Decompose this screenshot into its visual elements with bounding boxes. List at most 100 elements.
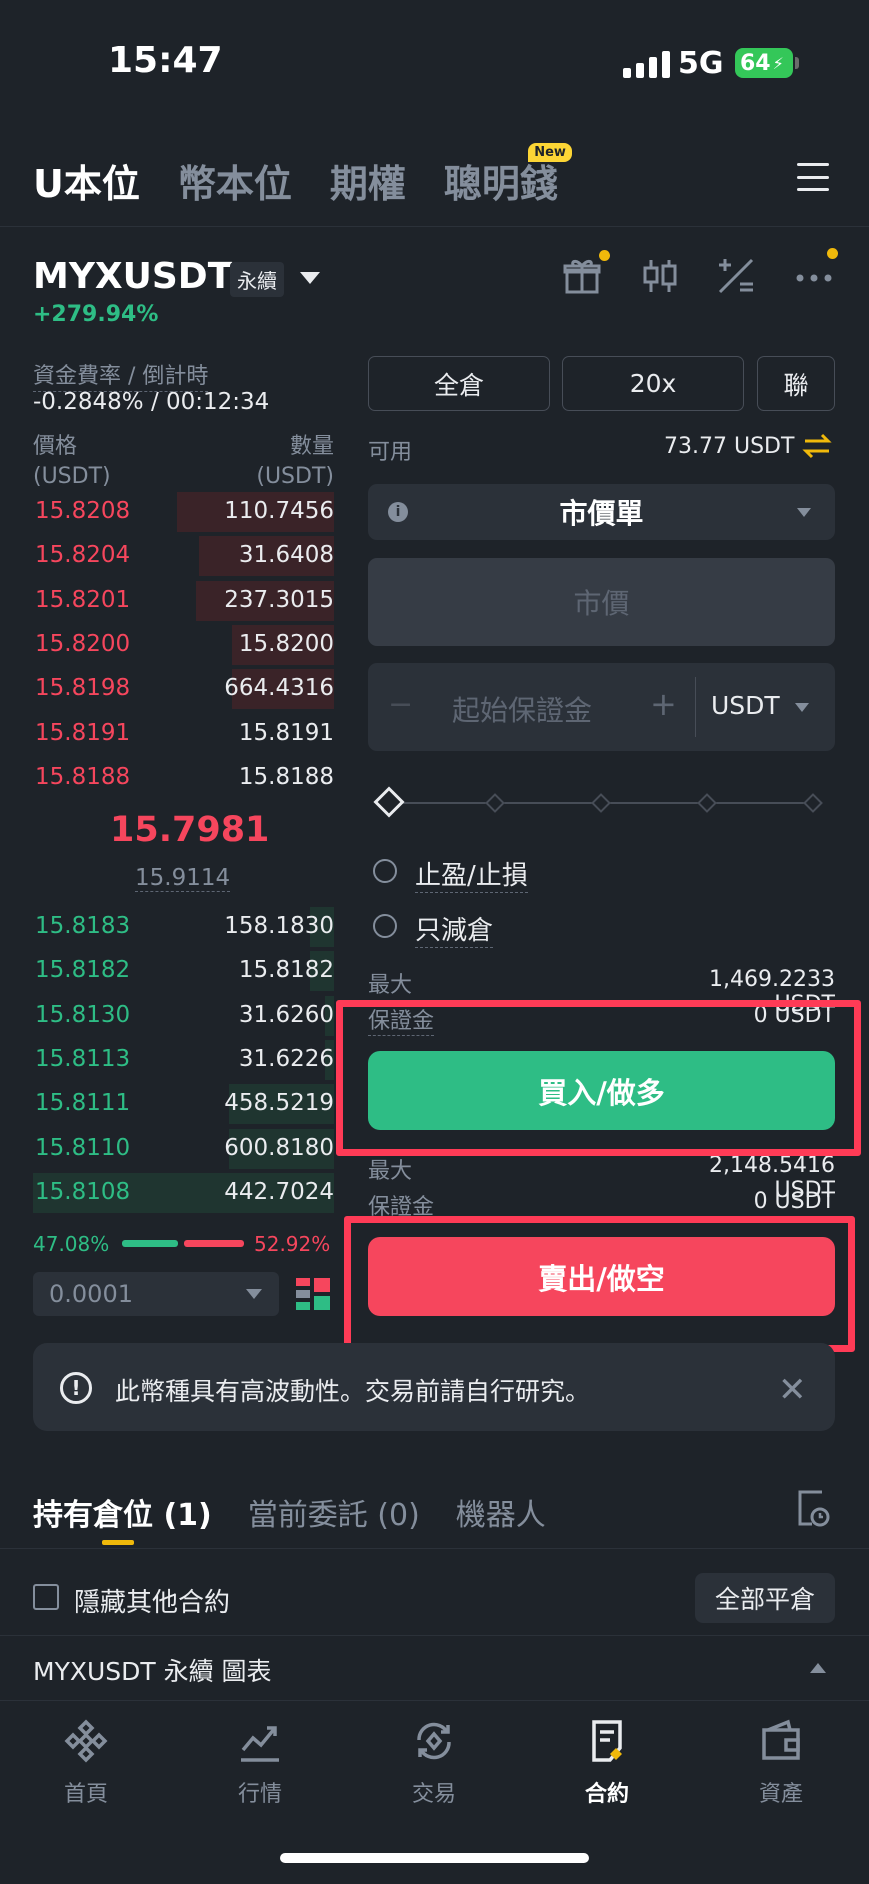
order-quantity: 664.4316 (224, 675, 334, 702)
nav-home[interactable]: 首頁 (26, 1718, 146, 1808)
tab-options[interactable]: 期權 (330, 153, 406, 208)
slider-handle[interactable] (373, 786, 405, 818)
bid-row[interactable]: 15.8130 31.6260 (33, 994, 334, 1038)
chevron-down-icon (797, 508, 811, 517)
order-price: 15.8110 (35, 1134, 131, 1161)
order-price: 15.8130 (35, 1001, 131, 1028)
order-price: 15.8208 (35, 498, 131, 524)
chevron-down-icon[interactable] (300, 272, 320, 284)
order-quantity: 15.8188 (238, 763, 334, 790)
price-change: +279.94% (33, 302, 159, 327)
funding-label[interactable]: 資金費率 / 倒計時 (33, 358, 209, 392)
last-price[interactable]: 15.7981 (110, 810, 269, 850)
chevron-up-icon[interactable] (810, 1663, 826, 1673)
ask-row[interactable]: 15.8204 31.6408 (33, 534, 334, 578)
close-all-button[interactable]: 全部平倉 (695, 1573, 835, 1623)
calculator-icon[interactable] (716, 256, 756, 296)
divider (0, 1635, 869, 1636)
increase-button[interactable]: + (650, 685, 677, 723)
mark-price[interactable]: 15.9114 (135, 865, 231, 892)
futures-icon (592, 1720, 622, 1762)
gift-icon[interactable] (562, 250, 610, 296)
decrease-button[interactable]: − (388, 687, 413, 722)
order-type-label: 市價單 (559, 497, 644, 530)
order-price: 15.8108 (35, 1178, 131, 1205)
divider (0, 1548, 869, 1549)
reduce-only-radio[interactable] (373, 914, 397, 938)
field-divider (695, 677, 696, 737)
price-header-label: 價格 (33, 434, 78, 459)
ask-row[interactable]: 15.8191 15.8191 (33, 712, 334, 756)
transfer-icon[interactable] (802, 432, 832, 460)
more-icon[interactable] (794, 248, 838, 296)
tpsl-label[interactable]: 止盈/止損 (415, 855, 528, 893)
nav-trade[interactable]: 交易 (374, 1718, 494, 1808)
ask-row[interactable]: 15.8201 237.3015 (33, 579, 334, 623)
precision-select[interactable]: 0.0001 (33, 1272, 279, 1316)
margin-input[interactable]: 起始保證金 (452, 689, 592, 729)
order-price: 15.8191 (35, 719, 131, 746)
position-tabs: 持有倉位 (1) 當前委託 (0) 機器人 (33, 1490, 546, 1534)
bid-row[interactable]: 15.8111 458.5219 (33, 1082, 334, 1126)
order-price: 15.8188 (35, 763, 131, 790)
bid-row[interactable]: 15.8110 600.8180 (33, 1127, 334, 1171)
tpsl-radio[interactable] (373, 859, 397, 883)
reduce-only-label[interactable]: 只減倉 (415, 910, 494, 948)
price-header: 價格 (USDT) (33, 432, 111, 492)
symbol-name[interactable]: MYXUSDT (33, 256, 232, 297)
slider-stop[interactable] (697, 793, 717, 813)
ask-row[interactable]: 15.8198 664.4316 (33, 667, 334, 711)
price-placeholder: 市價 (573, 587, 630, 620)
candlestick-icon[interactable] (640, 256, 680, 296)
position-mode-button[interactable]: 聯 (757, 356, 835, 411)
slider-stop[interactable] (485, 793, 505, 813)
nav-label: 資產 (758, 1782, 803, 1807)
bid-row[interactable]: 15.8108 442.7024 (33, 1171, 334, 1215)
bid-row[interactable]: 15.8182 15.8182 (33, 949, 334, 993)
tab-smart-money[interactable]: 聰明錢 New (444, 143, 572, 208)
top-tabs: U本位 幣本位 期權 聰明錢 New (33, 143, 572, 208)
order-quantity: 158.1830 (224, 913, 334, 939)
nav-futures[interactable]: 合約 (547, 1718, 667, 1808)
leverage-button[interactable]: 20x (562, 356, 744, 411)
tab-usdm[interactable]: U本位 (33, 153, 140, 208)
hide-other-label[interactable]: 隱藏其他合約 (74, 1582, 230, 1619)
status-time: 15:47 (108, 40, 223, 81)
warning-text: 此幣種具有高波動性。交易前請自行研究。 (115, 1377, 591, 1406)
nav-assets[interactable]: 資產 (721, 1718, 841, 1808)
sell-ratio: 52.92% (254, 1232, 331, 1256)
order-type-select[interactable]: 市價單 (368, 484, 835, 540)
position-symbol-row[interactable]: MYXUSDT 永續 圖表 (33, 1652, 272, 1688)
buy-max-label: 最大 (368, 973, 413, 998)
close-icon[interactable]: ✕ (778, 1370, 807, 1410)
trade-icon (417, 1722, 451, 1760)
tab-bots[interactable]: 機器人 (456, 1490, 546, 1534)
slider-stop[interactable] (803, 793, 823, 813)
wallet-icon (762, 1719, 800, 1760)
history-icon[interactable] (796, 1488, 830, 1528)
margin-unit-select[interactable]: USDT (711, 691, 780, 720)
battery-level: 64 (740, 50, 771, 76)
chevron-down-icon (795, 703, 809, 712)
orderbook-layout-icon[interactable] (296, 1276, 330, 1312)
buy-ratio-bar (122, 1240, 178, 1247)
order-price: 15.8183 (35, 913, 131, 939)
chevron-down-icon (246, 1289, 262, 1299)
alert-icon: ! (60, 1372, 92, 1404)
tab-open-orders[interactable]: 當前委託 (0) (248, 1490, 420, 1534)
ask-row[interactable]: 15.8188 15.8188 (33, 756, 334, 800)
menu-icon[interactable] (797, 163, 829, 191)
order-quantity: 31.6260 (238, 1001, 334, 1028)
hide-other-checkbox[interactable] (33, 1584, 59, 1610)
bid-row[interactable]: 15.8183 158.1830 (33, 905, 334, 949)
slider-stop[interactable] (591, 793, 611, 813)
bid-row[interactable]: 15.8113 31.6226 (33, 1038, 334, 1082)
tab-positions[interactable]: 持有倉位 (1) (33, 1490, 212, 1534)
info-icon[interactable]: i (388, 502, 408, 522)
margin-mode-button[interactable]: 全倉 (368, 356, 550, 411)
order-price: 15.8201 (35, 586, 131, 613)
tab-coinm[interactable]: 幣本位 (178, 153, 292, 208)
nav-markets[interactable]: 行情 (200, 1718, 320, 1808)
ask-row[interactable]: 15.8208 110.7456 (33, 490, 334, 534)
ask-row[interactable]: 15.8200 15.8200 (33, 623, 334, 667)
